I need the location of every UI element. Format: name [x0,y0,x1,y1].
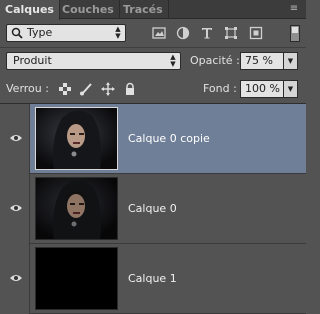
layer-thumbnail [35,177,118,240]
portrait-thumbnail-image [36,108,117,169]
shape-filter-icon[interactable] [224,26,238,40]
layer-filter-row: Type ▲ ▼ [0,20,306,47]
visibility-toggle[interactable] [0,244,30,314]
visibility-toggle[interactable] [0,174,30,244]
blend-mode-value: Produit [13,54,52,67]
image-filter-icon[interactable] [152,26,166,40]
visibility-toggle[interactable] [0,104,30,174]
updown-arrows-icon: ▲ ▼ [115,25,121,40]
filter-kind-label: Type [27,26,53,39]
fill-dropdown-icon[interactable]: ▼ [284,80,298,98]
layer-name[interactable]: Calque 0 [128,202,177,215]
portrait-thumbnail-image [36,178,117,239]
layer-thumbnail [35,247,118,310]
tab-traces[interactable]: Tracés [118,0,169,19]
tab-calques[interactable]: Calques [0,0,60,20]
layers-list: Calque 0 copie Calque 0 Calque 1 [0,104,306,314]
layer-thumbnail [35,107,118,170]
text-filter-icon[interactable] [200,26,214,40]
lock-pixels-icon[interactable] [79,82,93,96]
panel-tab-bar: Calques Couches Tracés ≡ [0,0,306,20]
panel-menu-icon[interactable]: ≡ [288,3,300,15]
opacity-dropdown-icon[interactable]: ▼ [284,52,298,70]
eye-icon [10,275,22,281]
layer-row[interactable]: Calque 1 [0,244,306,314]
filter-kind-select[interactable]: Type ▲ ▼ [6,24,126,42]
lock-position-icon[interactable] [101,82,115,96]
opacity-input[interactable]: 75 % [240,52,284,70]
layer-name[interactable]: Calque 1 [128,272,177,285]
eye-icon [10,205,22,211]
eye-icon [10,135,22,141]
layer-row[interactable]: Calque 0 copie [0,104,306,174]
divider [0,47,306,48]
search-icon [11,27,23,39]
lock-label: Verrou : [6,82,49,95]
filter-toggle[interactable] [290,25,300,42]
fill-label: Fond : [203,82,237,95]
tab-couches[interactable]: Couches [57,0,120,19]
opacity-label: Opacité : [190,54,240,67]
adjustment-filter-icon[interactable] [176,26,190,40]
lock-transparency-icon[interactable] [58,82,72,96]
blend-mode-select[interactable]: Produit ▲ ▼ [6,52,181,70]
updown-arrows-icon: ▲ ▼ [170,53,176,68]
smart-object-filter-icon[interactable] [249,26,263,40]
layer-row[interactable]: Calque 0 [0,174,306,244]
lock-all-icon[interactable] [123,82,137,96]
layer-name[interactable]: Calque 0 copie [128,132,210,145]
fill-input[interactable]: 100 % [240,80,284,98]
